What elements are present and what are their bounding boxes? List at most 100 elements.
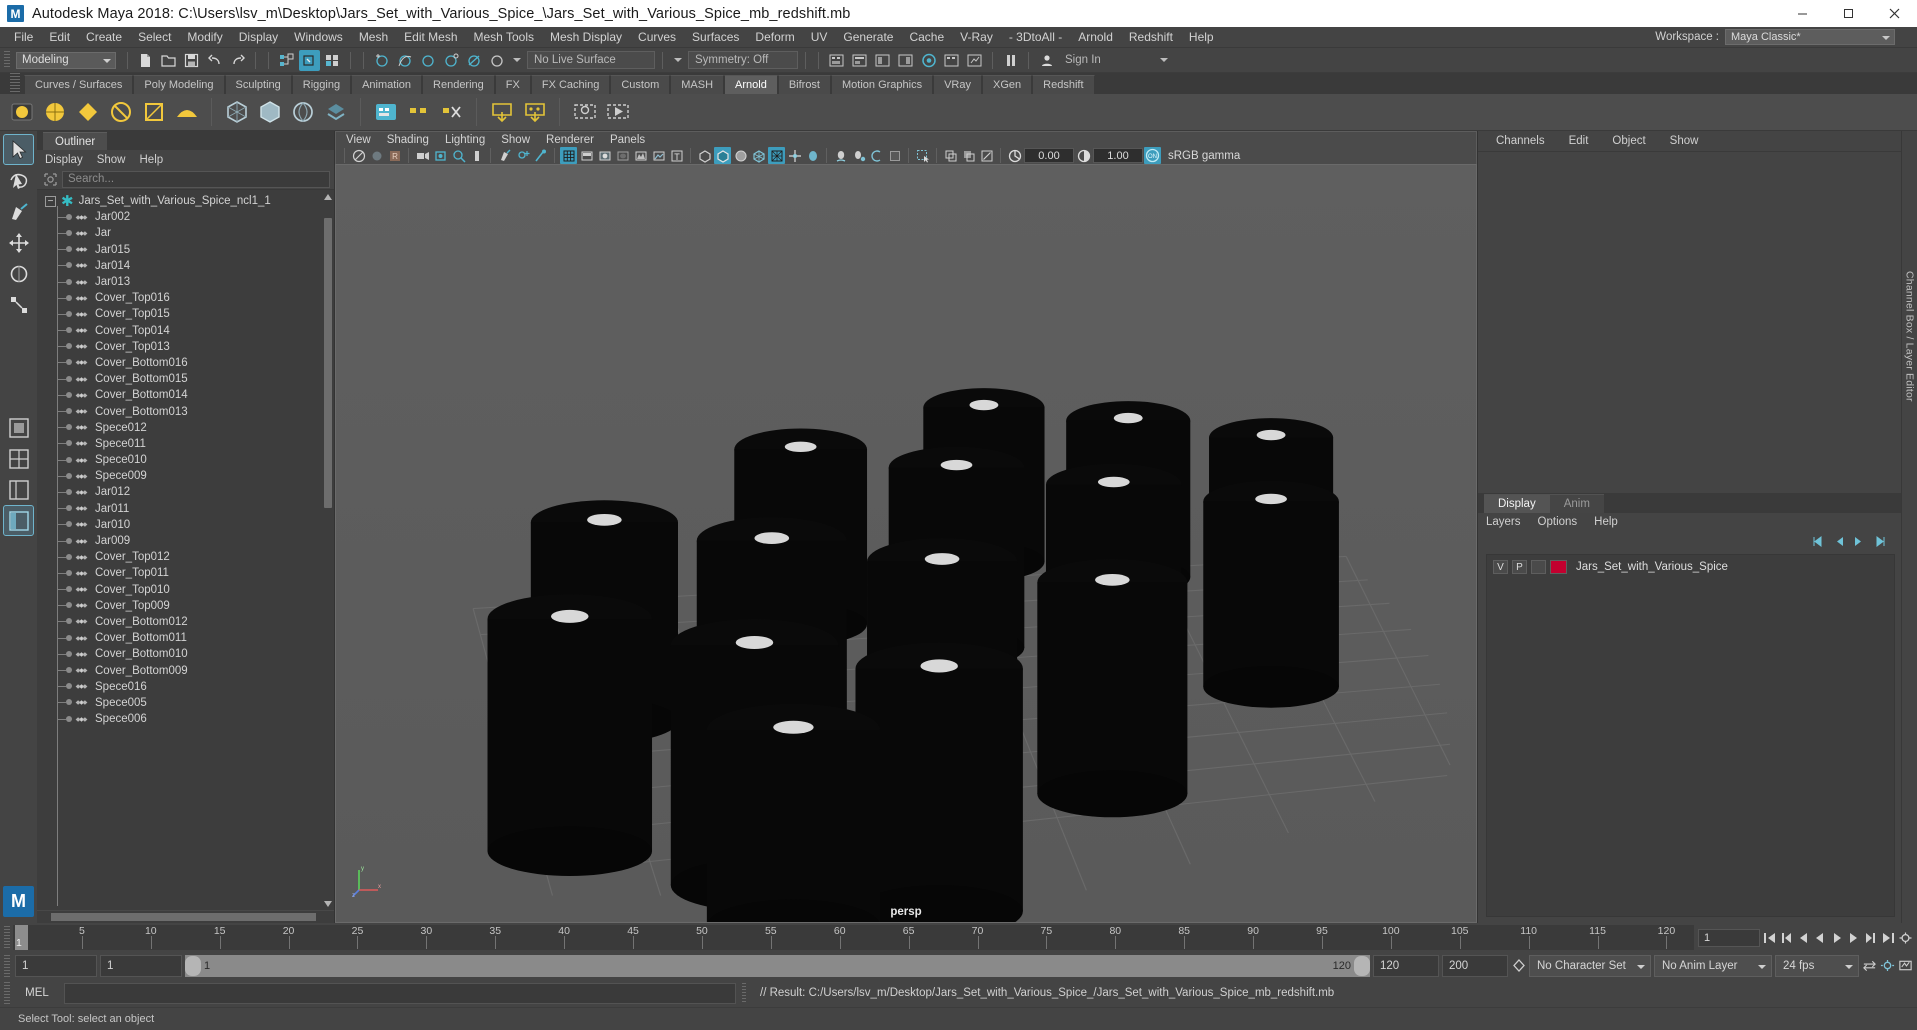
texture-display-icon[interactable]	[650, 147, 667, 164]
select-by-object-icon[interactable]	[299, 49, 320, 71]
character-set-dropdown[interactable]: No Character Set	[1529, 954, 1651, 977]
outliner-item-row[interactable]: Cover_Top013	[37, 339, 322, 355]
menu-modify[interactable]: Modify	[179, 27, 230, 48]
outliner-item-row[interactable]: Jar013	[37, 274, 322, 290]
viewport-menu-shading[interactable]: Shading	[387, 134, 429, 146]
outliner-item-row[interactable]: Cover_Top015	[37, 306, 322, 322]
exposure-aperture-icon[interactable]	[1006, 147, 1023, 164]
smooth-shade-selected-icon[interactable]	[596, 147, 613, 164]
menu-display[interactable]: Display	[231, 27, 286, 48]
menu-edit-mesh[interactable]: Edit Mesh	[396, 27, 465, 48]
paint-select-tool-icon[interactable]	[4, 197, 33, 226]
scroll-thumb[interactable]	[324, 218, 332, 508]
xray-joints-icon[interactable]	[532, 147, 549, 164]
shelf-tab-custom[interactable]: Custom	[610, 75, 671, 94]
arnold-scene-source-icon[interactable]	[320, 97, 351, 128]
layout-single-view-icon[interactable]	[4, 413, 33, 442]
render-view-icon[interactable]	[918, 50, 939, 71]
outliner-item-row[interactable]: Jar010	[37, 517, 322, 533]
outliner-menu-display[interactable]: Display	[45, 154, 83, 166]
tab-outliner[interactable]: Outliner	[43, 132, 108, 150]
arnold-subdivision-icon[interactable]	[403, 97, 434, 128]
shadows-icon[interactable]	[732, 147, 749, 164]
outliner-list[interactable]: − ✱ Jars_Set_with_Various_Spice_ncl1_1 J…	[37, 190, 322, 910]
outliner-item-row[interactable]: Spece010	[37, 452, 322, 468]
gate-mask-icon[interactable]	[468, 147, 485, 164]
go-to-start-icon[interactable]	[1762, 930, 1777, 946]
move-tool-icon[interactable]	[4, 228, 33, 257]
shelf-tab-mash[interactable]: MASH	[670, 75, 725, 94]
layer-next-icon[interactable]	[1853, 535, 1867, 548]
outliner-item-row[interactable]: Cover_Bottom016	[37, 355, 322, 371]
lighting-default-icon[interactable]	[696, 147, 713, 164]
shelf-tab-rigging[interactable]: Rigging	[291, 75, 352, 94]
show-hide-editors-icon-2[interactable]	[849, 50, 870, 71]
paste-render-icon[interactable]	[960, 147, 977, 164]
layer-name-label[interactable]: Jars_Set_with_Various_Spice	[1576, 561, 1728, 573]
playback-loop-icon[interactable]	[1862, 958, 1877, 974]
arnold-open-render-view-icon[interactable]	[569, 97, 600, 128]
outliner-item-row[interactable]: Jar002	[37, 209, 322, 225]
step-back-frame-icon[interactable]	[1796, 930, 1811, 946]
outliner-item-row[interactable]: Jar012	[37, 484, 322, 500]
shelf-tab-rendering[interactable]: Rendering	[422, 75, 495, 94]
camera-attributes-icon[interactable]: R	[386, 147, 403, 164]
outliner-item-row[interactable]: Jar009	[37, 533, 322, 549]
outliner-item-row[interactable]: Jar011	[37, 501, 322, 517]
tab-anim-layers[interactable]: Anim	[1549, 493, 1604, 513]
command-line-grip[interactable]	[4, 982, 10, 1004]
animation-preferences-icon[interactable]	[1898, 930, 1913, 946]
menu-surfaces[interactable]: Surfaces	[684, 27, 747, 48]
tab-display-layers[interactable]: Display	[1484, 493, 1550, 513]
outliner-item-row[interactable]: Cover_Top012	[37, 549, 322, 565]
outliner-item-row[interactable]: Jar015	[37, 242, 322, 258]
outliner-item-row[interactable]: Cover_Bottom014	[37, 387, 322, 403]
animation-end-time-field[interactable]: 200	[1442, 954, 1508, 977]
smooth-shade-all-icon[interactable]	[578, 147, 595, 164]
gamma-contrast-icon[interactable]	[1075, 147, 1092, 164]
arnold-mesh-light-icon[interactable]	[72, 97, 103, 128]
close-button[interactable]	[1871, 0, 1917, 27]
command-input-field[interactable]	[64, 982, 736, 1004]
chevron-down-icon[interactable]	[513, 58, 521, 62]
select-by-hierarchy-icon[interactable]	[276, 50, 297, 71]
range-slider-bar[interactable]: 1 120	[185, 954, 1370, 977]
layer-display-type-toggle[interactable]	[1531, 560, 1546, 574]
outliner-item-row[interactable]: Spece009	[37, 468, 322, 484]
menu-deform[interactable]: Deform	[747, 27, 802, 48]
arnold-procedural-icon[interactable]	[287, 97, 318, 128]
scroll-up-icon[interactable]	[324, 192, 332, 201]
outliner-item-row[interactable]: Jar014	[37, 258, 322, 274]
symmetry-field[interactable]: Symmetry: Off	[688, 51, 798, 69]
menu-help[interactable]: Help	[1181, 27, 1222, 48]
maximize-button[interactable]	[1825, 0, 1871, 27]
render-settings-icon[interactable]	[964, 50, 985, 71]
pause-render-icon[interactable]	[1000, 50, 1021, 71]
render-region-icon[interactable]	[978, 147, 995, 164]
outliner-menu-show[interactable]: Show	[97, 154, 126, 166]
layout-persp-outliner-icon[interactable]	[4, 475, 33, 504]
viewport-menu-lighting[interactable]: Lighting	[445, 134, 485, 146]
outliner-item-row[interactable]: Cover_Bottom009	[37, 662, 322, 678]
show-hide-editors-icon-3[interactable]	[872, 50, 893, 71]
save-scene-icon[interactable]	[181, 50, 202, 71]
arnold-photometric-light-icon[interactable]	[105, 97, 136, 128]
viewport-menu-show[interactable]: Show	[501, 134, 530, 146]
collapse-icon[interactable]: −	[45, 195, 56, 207]
layer-prev-icon[interactable]	[1831, 535, 1845, 548]
layer-row[interactable]: V P Jars_Set_with_Various_Spice	[1487, 559, 1894, 576]
current-time-field[interactable]: 1	[1698, 928, 1760, 947]
outliner-menu-help[interactable]: Help	[140, 154, 164, 166]
outliner-horizontal-scrollbar[interactable]	[37, 910, 334, 923]
xray-toggle-icon[interactable]	[514, 147, 531, 164]
menu-cache[interactable]: Cache	[901, 27, 952, 48]
viewport-menu-renderer[interactable]: Renderer	[546, 134, 594, 146]
shelf-tab-arnold[interactable]: Arnold	[724, 75, 778, 94]
layers-menu-help[interactable]: Help	[1594, 516, 1618, 528]
arnold-start-render-icon[interactable]	[602, 97, 633, 128]
show-hide-editors-icon-1[interactable]	[826, 50, 847, 71]
outliner-vertical-scrollbar[interactable]	[322, 190, 334, 910]
gamma-field[interactable]: 1.00	[1093, 148, 1143, 164]
step-forward-key-icon[interactable]	[1864, 930, 1879, 946]
menu-redshift[interactable]: Redshift	[1121, 27, 1181, 48]
